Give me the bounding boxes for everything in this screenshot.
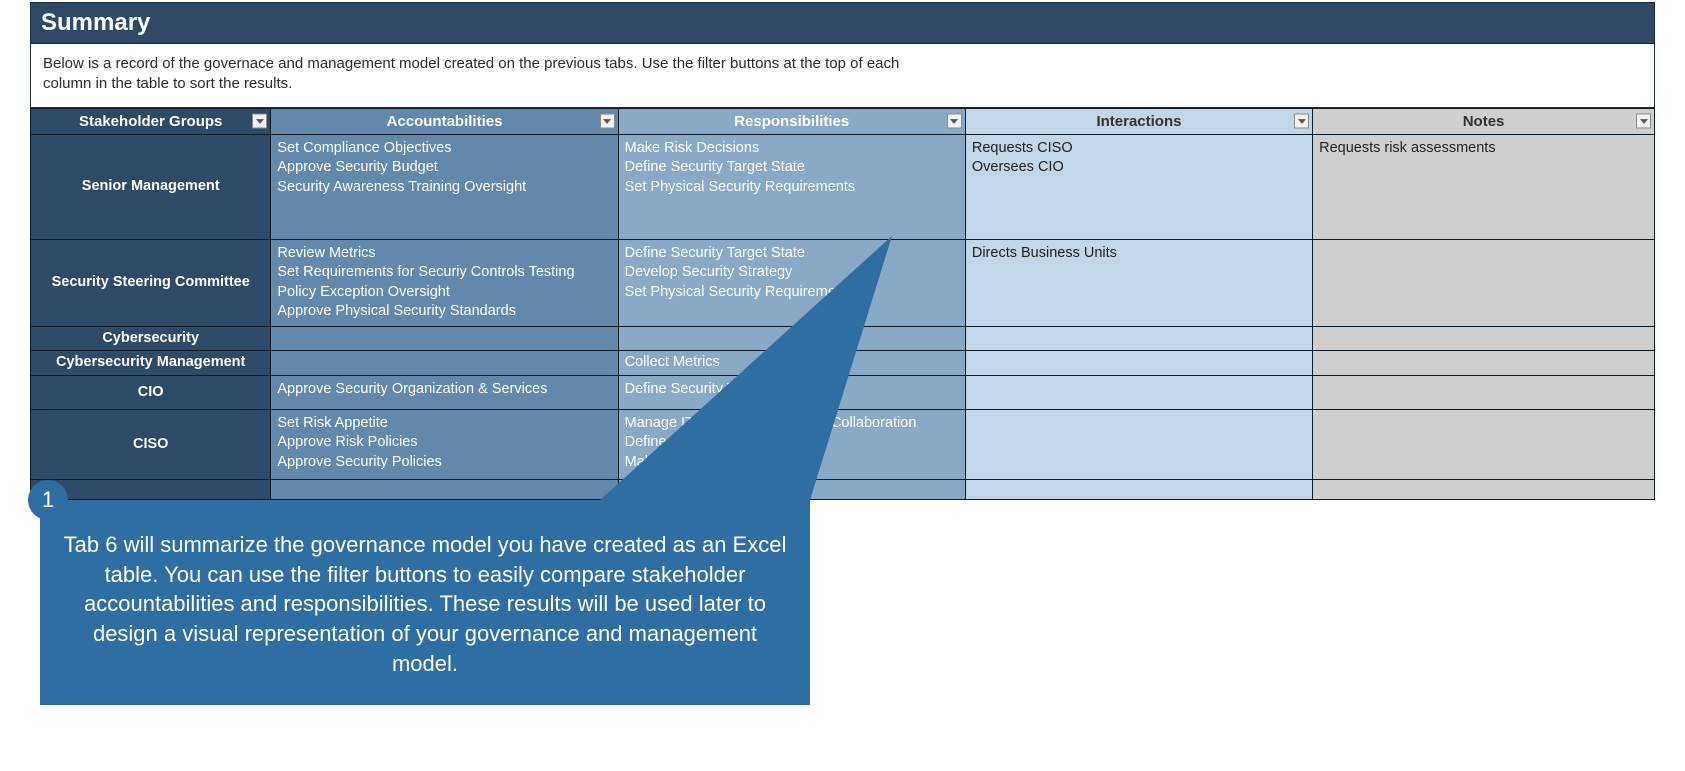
interactions-cell [965, 409, 1312, 479]
col-header-label: Interactions [1096, 113, 1181, 130]
interactions-cell [965, 375, 1312, 409]
accountabilities-cell: Review Metrics Set Requirements for Secu… [271, 239, 618, 326]
table-header-row: Stakeholder Groups Accountabilities Resp… [31, 108, 1655, 134]
interactions-cell [965, 351, 1312, 376]
col-header-responsibilities: Responsibilities [618, 108, 965, 134]
accountabilities-cell [271, 326, 618, 351]
filter-button[interactable] [600, 114, 615, 129]
filter-button[interactable] [252, 114, 267, 129]
summary-table-wrap: Stakeholder Groups Accountabilities Resp… [30, 108, 1655, 500]
responsibilities-cell: Collect Metrics [618, 351, 965, 376]
table-row: Cybersecurity [31, 326, 1655, 351]
col-header-label: Stakeholder Groups [79, 113, 222, 130]
accountabilities-cell: Approve Security Organization & Services [271, 375, 618, 409]
filter-button[interactable] [947, 114, 962, 129]
col-header-notes: Notes [1313, 108, 1655, 134]
stakeholder-group-cell: CISO [31, 409, 271, 479]
table-row: CISOSet Risk Appetite Approve Risk Polic… [31, 409, 1655, 479]
col-header-label: Accountabilities [387, 113, 503, 130]
empty-cell [965, 479, 1312, 499]
accountabilities-cell [271, 351, 618, 376]
empty-cell [618, 479, 965, 499]
stakeholder-group-cell: Cybersecurity [31, 326, 271, 351]
notes-cell [1313, 409, 1655, 479]
responsibilities-cell [618, 326, 965, 351]
stakeholder-group-cell: CIO [31, 375, 271, 409]
notes-cell [1313, 239, 1655, 326]
callout-badge: 1 [28, 480, 68, 520]
summary-panel: Summary Below is a record of the governa… [30, 2, 1655, 108]
table-row: Senior ManagementSet Compliance Objectiv… [31, 134, 1655, 239]
empty-cell [271, 479, 618, 499]
accountabilities-cell: Set Compliance Objectives Approve Securi… [271, 134, 618, 239]
table-row-blank [31, 479, 1655, 499]
responsibilities-cell: Define Security Target State [618, 375, 965, 409]
callout-text: Tab 6 will summarize the governance mode… [64, 532, 787, 676]
interactions-cell: Directs Business Units [965, 239, 1312, 326]
responsibilities-cell: Make Risk Decisions Define Security Targ… [618, 134, 965, 239]
interactions-cell [965, 326, 1312, 351]
col-header-label: Notes [1463, 113, 1505, 130]
summary-table: Stakeholder Groups Accountabilities Resp… [30, 108, 1655, 500]
notes-cell [1313, 375, 1655, 409]
col-header-label: Responsibilities [734, 113, 849, 130]
page-title: Summary [31, 3, 1654, 44]
empty-cell [1313, 479, 1655, 499]
table-row: Security Steering CommitteeReview Metric… [31, 239, 1655, 326]
col-header-interactions: Interactions [965, 108, 1312, 134]
stakeholder-group-cell: Security Steering Committee [31, 239, 271, 326]
filter-button[interactable] [1636, 114, 1651, 129]
notes-cell [1313, 351, 1655, 376]
intro-text: Below is a record of the governace and m… [31, 44, 931, 107]
accountabilities-cell: Set Risk Appetite Approve Risk Policies … [271, 409, 618, 479]
filter-button[interactable] [1294, 114, 1309, 129]
table-row: Cybersecurity Management Collect Metrics [31, 351, 1655, 376]
stakeholder-group-cell: Senior Management [31, 134, 271, 239]
col-header-accountabilities: Accountabilities [271, 108, 618, 134]
stakeholder-group-cell: Cybersecurity Management [31, 351, 271, 376]
interactions-cell: Requests CISO Oversees CIO [965, 134, 1312, 239]
callout-box: Tab 6 will summarize the governance mode… [40, 500, 810, 705]
responsibilities-cell: Define Security Target State Develop Sec… [618, 239, 965, 326]
notes-cell: Requests risk assessments [1313, 134, 1655, 239]
notes-cell [1313, 326, 1655, 351]
col-header-stakeholder: Stakeholder Groups [31, 108, 271, 134]
responsibilities-cell: Manage IT-Information Security Collabora… [618, 409, 965, 479]
table-row: CIOApprove Security Organization & Servi… [31, 375, 1655, 409]
